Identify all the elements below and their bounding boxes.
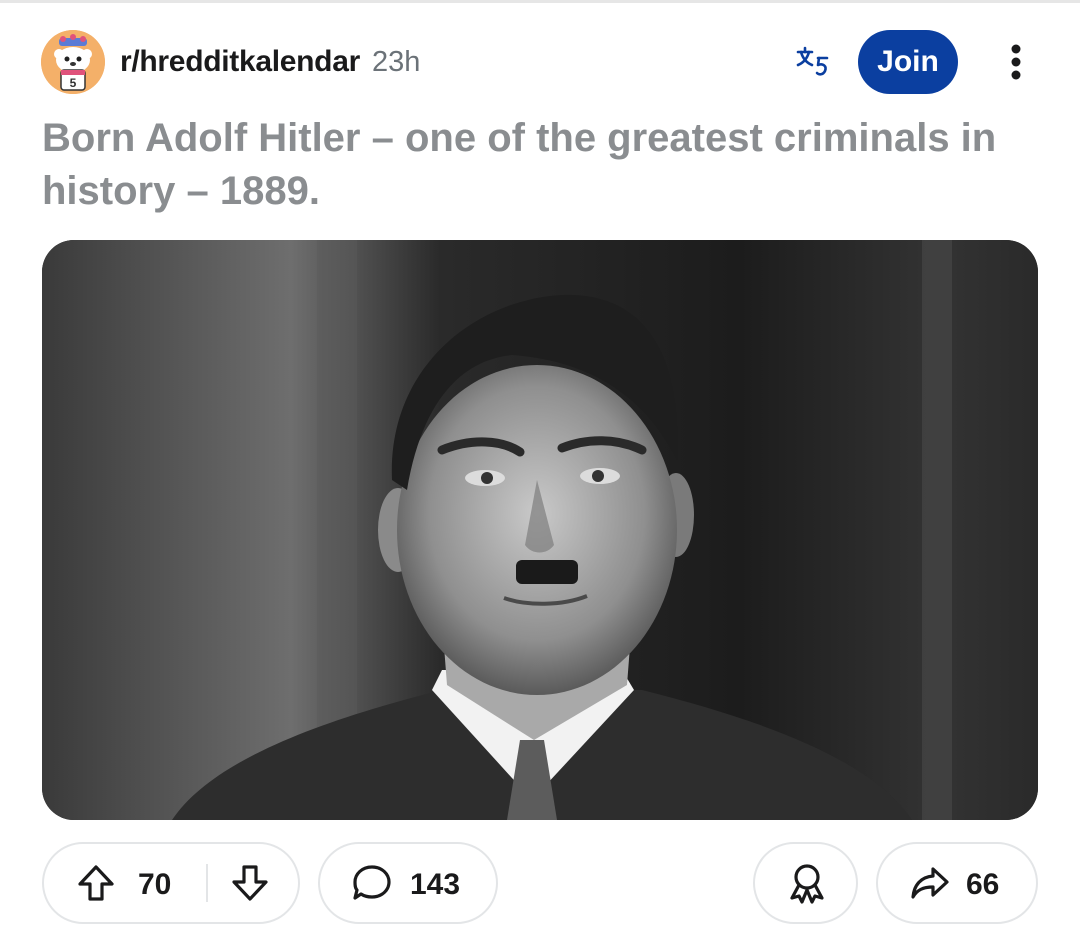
- post-image[interactable]: [42, 240, 1038, 820]
- upvote-count: 70: [138, 868, 172, 901]
- join-button[interactable]: Join: [858, 30, 958, 94]
- more-vertical-icon: [1011, 44, 1021, 80]
- award-icon: [790, 864, 824, 904]
- share-arrow-icon: [911, 867, 949, 899]
- post-title[interactable]: Born Adolf Hitler – one of the greatest …: [42, 112, 1042, 218]
- subreddit-avatar[interactable]: 5: [41, 30, 105, 94]
- comment-icon-wrap: [350, 844, 394, 922]
- upvote-button[interactable]: [74, 844, 118, 922]
- comment-bubble-icon: [353, 865, 391, 900]
- translate-button[interactable]: [790, 42, 838, 82]
- share-icon-wrap: [908, 844, 952, 922]
- award-icon-wrap: [785, 844, 829, 922]
- share-button[interactable]: 66: [876, 842, 1038, 924]
- post-actions-bar: 70 143 66: [0, 842, 1080, 926]
- avatar-calendar-number: 5: [70, 76, 77, 90]
- translate-icon: [796, 46, 829, 76]
- award-button[interactable]: [753, 842, 858, 924]
- top-divider: [0, 0, 1080, 3]
- vote-group: 70: [42, 842, 300, 924]
- upvote-arrow-icon: [78, 865, 114, 901]
- vote-divider: [206, 864, 208, 902]
- downvote-button[interactable]: [228, 844, 272, 922]
- downvote-arrow-icon: [232, 865, 268, 901]
- post-header: 5 r/hredditkalendar 23h Join: [0, 28, 1080, 96]
- comments-button[interactable]: 143: [318, 842, 498, 924]
- subreddit-name[interactable]: r/hredditkalendar: [120, 45, 360, 79]
- post-time: 23h: [372, 46, 421, 78]
- comment-count: 143: [410, 868, 461, 901]
- more-options-button[interactable]: [1000, 42, 1032, 82]
- share-count: 66: [966, 868, 1000, 901]
